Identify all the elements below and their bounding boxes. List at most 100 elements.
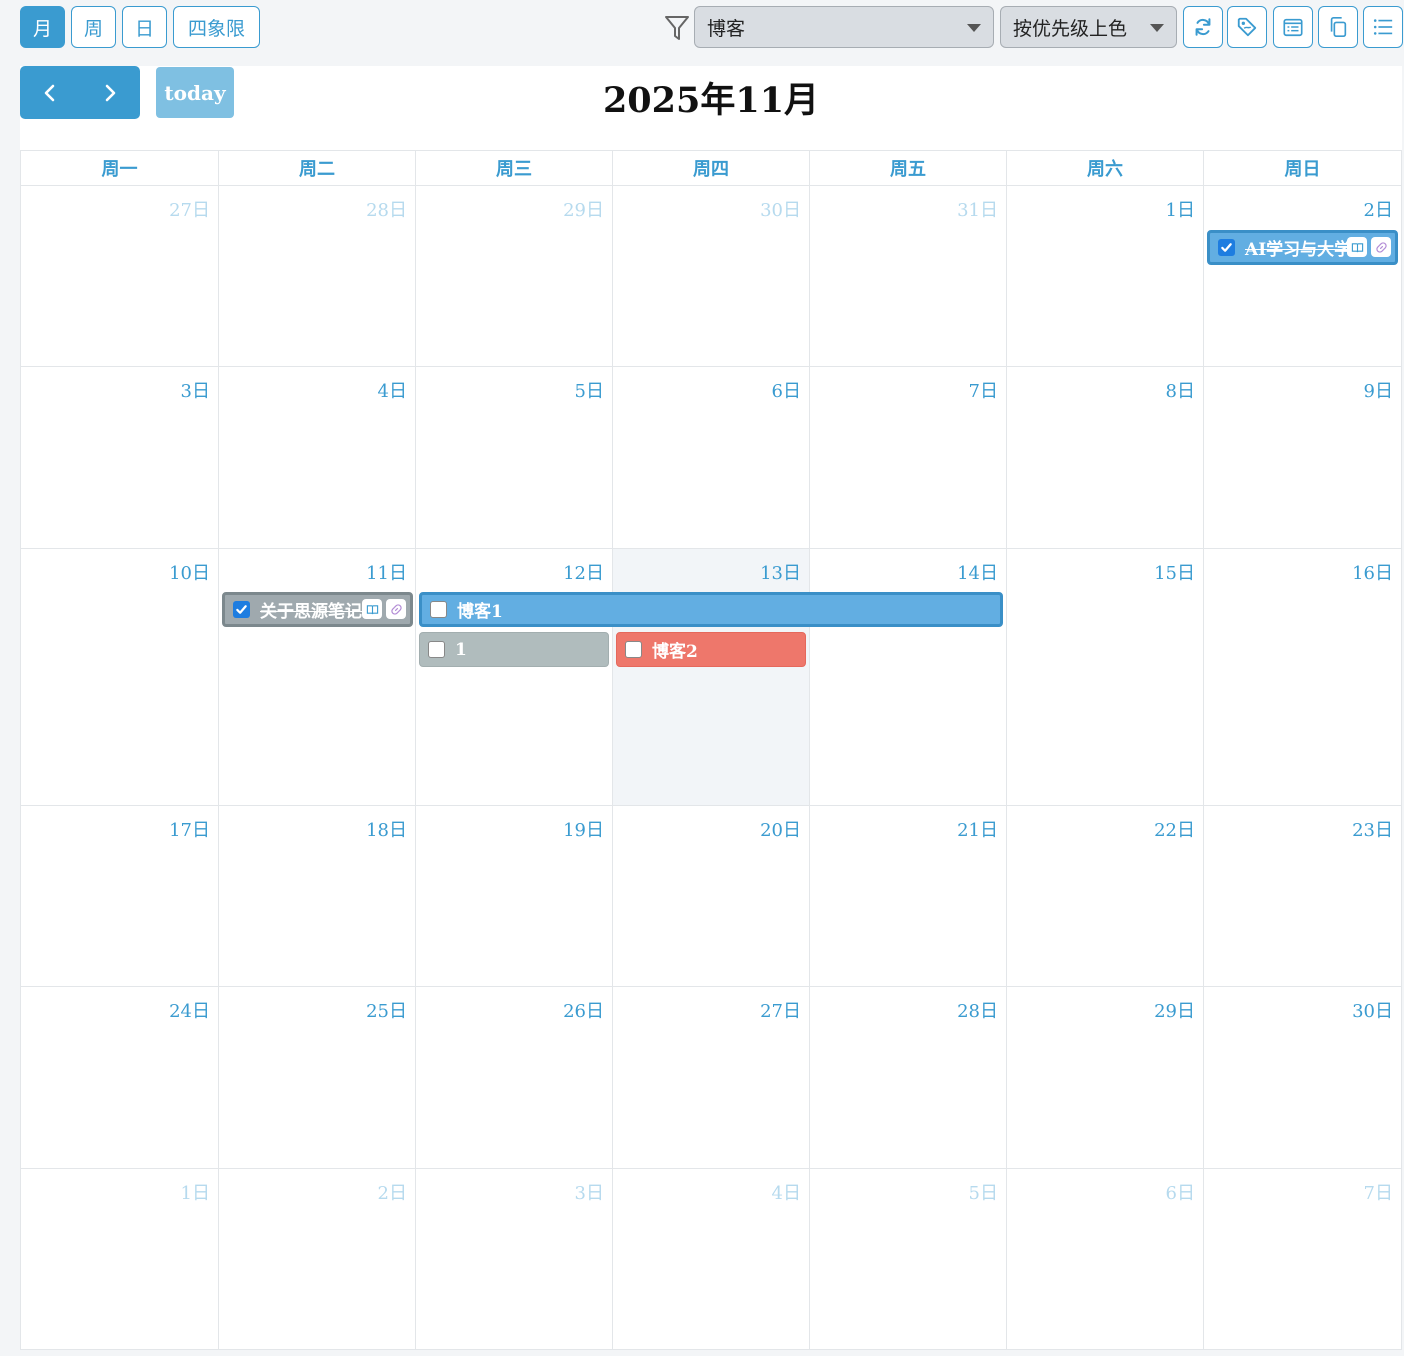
weekday-header: 周日 xyxy=(1204,151,1401,186)
weekday-header: 周六 xyxy=(1007,151,1204,186)
day-cell[interactable]: 8日 xyxy=(1007,367,1204,549)
day-cell[interactable]: 29日 xyxy=(416,186,613,367)
event-ai-learning[interactable]: AI学习与大学 xyxy=(1207,230,1398,265)
day-cell[interactable]: 3日 xyxy=(416,1169,613,1349)
day-cell[interactable]: 3日 xyxy=(21,367,219,549)
day-cell[interactable]: 6日 xyxy=(613,367,810,549)
day-cell[interactable]: 24日 xyxy=(21,987,219,1169)
view-quadrant-button[interactable]: 四象限 xyxy=(173,6,260,48)
day-number: 19日 xyxy=(563,820,604,841)
event-checkbox[interactable] xyxy=(625,641,642,658)
calendar-list-button[interactable] xyxy=(1273,6,1313,48)
day-number: 26日 xyxy=(563,1001,604,1022)
day-cell[interactable]: 6日 xyxy=(1007,1169,1204,1349)
view-month-button[interactable]: 月 xyxy=(20,6,65,48)
filter-icon xyxy=(665,16,689,40)
event-checkbox[interactable] xyxy=(1218,239,1235,256)
day-cell[interactable]: 26日 xyxy=(416,987,613,1169)
day-cell[interactable]: 29日 xyxy=(1007,987,1204,1169)
day-cell[interactable]: 1日 xyxy=(1007,186,1204,367)
day-number: 5日 xyxy=(968,1183,998,1204)
day-cell[interactable]: 2日 xyxy=(1204,186,1401,367)
event-blog1[interactable]: 博客1 xyxy=(419,592,1003,627)
day-cell[interactable]: 30日 xyxy=(1204,987,1401,1169)
day-cell[interactable]: 10日 xyxy=(21,549,219,806)
day-cell[interactable]: 16日 xyxy=(1204,549,1401,806)
day-cell[interactable]: 27日 xyxy=(21,186,219,367)
day-cell[interactable]: 23日 xyxy=(1204,806,1401,987)
day-cell[interactable]: 15日 xyxy=(1007,549,1204,806)
day-number: 1日 xyxy=(180,1183,210,1204)
copy-button[interactable] xyxy=(1318,6,1358,48)
event-blog2[interactable]: 博客2 xyxy=(616,632,806,667)
project-filter-select[interactable]: 博客 xyxy=(694,6,994,48)
day-number: 28日 xyxy=(366,200,407,221)
book-icon[interactable] xyxy=(1347,237,1367,257)
refresh-button[interactable] xyxy=(1183,6,1223,48)
tag-button[interactable] xyxy=(1227,6,1267,48)
day-cell[interactable]: 2日 xyxy=(219,1169,416,1349)
view-day-button[interactable]: 日 xyxy=(122,6,167,48)
day-number: 11日 xyxy=(366,563,407,584)
day-cell[interactable]: 21日 xyxy=(810,806,1007,987)
color-mode-select[interactable]: 按优先级上色 xyxy=(1000,6,1177,48)
day-number: 14日 xyxy=(957,563,998,584)
day-number: 18日 xyxy=(366,820,407,841)
day-cell[interactable]: 7日 xyxy=(810,367,1007,549)
event-checkbox[interactable] xyxy=(430,601,447,618)
link-icon[interactable] xyxy=(1371,237,1391,257)
day-cell[interactable]: 7日 xyxy=(1204,1169,1401,1349)
day-number: 13日 xyxy=(760,563,801,584)
weekday-header: 周二 xyxy=(219,151,416,186)
day-number: 3日 xyxy=(180,381,210,402)
day-cell[interactable]: 28日 xyxy=(810,987,1007,1169)
toolbar: 月 周 日 四象限 博客 按优先级上色 xyxy=(0,0,1404,56)
day-number: 4日 xyxy=(771,1183,801,1204)
event-siyuan-notes[interactable]: 关于思源笔记 xyxy=(222,592,413,627)
day-cell[interactable]: 25日 xyxy=(219,987,416,1169)
list-view-button[interactable] xyxy=(1363,6,1403,48)
copy-icon xyxy=(1330,17,1347,37)
day-cell[interactable]: 5日 xyxy=(810,1169,1007,1349)
day-cell[interactable]: 5日 xyxy=(416,367,613,549)
day-cell[interactable]: 31日 xyxy=(810,186,1007,367)
check-icon xyxy=(1221,243,1232,252)
day-cell-today[interactable]: 13日 xyxy=(613,549,810,806)
day-number: 2日 xyxy=(1363,200,1393,221)
day-cell[interactable]: 17日 xyxy=(21,806,219,987)
day-cell[interactable]: 20日 xyxy=(613,806,810,987)
day-cell[interactable]: 27日 xyxy=(613,987,810,1169)
day-cell[interactable]: 30日 xyxy=(613,186,810,367)
chevron-down-icon xyxy=(967,24,981,32)
book-icon[interactable] xyxy=(362,599,382,619)
day-number: 8日 xyxy=(1165,381,1195,402)
day-cell[interactable]: 18日 xyxy=(219,806,416,987)
day-number: 23日 xyxy=(1352,820,1393,841)
view-week-button[interactable]: 周 xyxy=(71,6,116,48)
day-cell[interactable]: 1日 xyxy=(21,1169,219,1349)
event-title: AI学习与大学 xyxy=(1245,240,1352,260)
month-grid: 周一 周二 周三 周四 周五 周六 周日 27日 28日 29日 30日 31日… xyxy=(20,150,1402,1350)
link-icon[interactable] xyxy=(386,599,406,619)
day-cell[interactable]: 22日 xyxy=(1007,806,1204,987)
day-cell[interactable]: 19日 xyxy=(416,806,613,987)
day-cell[interactable]: 12日 xyxy=(416,549,613,806)
event-title: 1 xyxy=(455,639,467,660)
day-cell[interactable]: 4日 xyxy=(219,367,416,549)
event-checkbox[interactable] xyxy=(428,641,445,658)
event-checkbox[interactable] xyxy=(233,601,250,618)
weekday-header: 周四 xyxy=(613,151,810,186)
day-number: 31日 xyxy=(957,200,998,221)
event-title: 博客2 xyxy=(652,642,698,662)
day-cell[interactable]: 28日 xyxy=(219,186,416,367)
day-number: 6日 xyxy=(1165,1183,1195,1204)
day-cell[interactable]: 11日 xyxy=(219,549,416,806)
event-task-1[interactable]: 1 xyxy=(419,632,609,667)
day-cell[interactable]: 4日 xyxy=(613,1169,810,1349)
day-number: 29日 xyxy=(1154,1001,1195,1022)
day-number: 3日 xyxy=(574,1183,604,1204)
check-icon xyxy=(236,605,247,614)
day-cell[interactable]: 14日 xyxy=(810,549,1007,806)
day-number: 30日 xyxy=(1352,1001,1393,1022)
day-cell[interactable]: 9日 xyxy=(1204,367,1401,549)
